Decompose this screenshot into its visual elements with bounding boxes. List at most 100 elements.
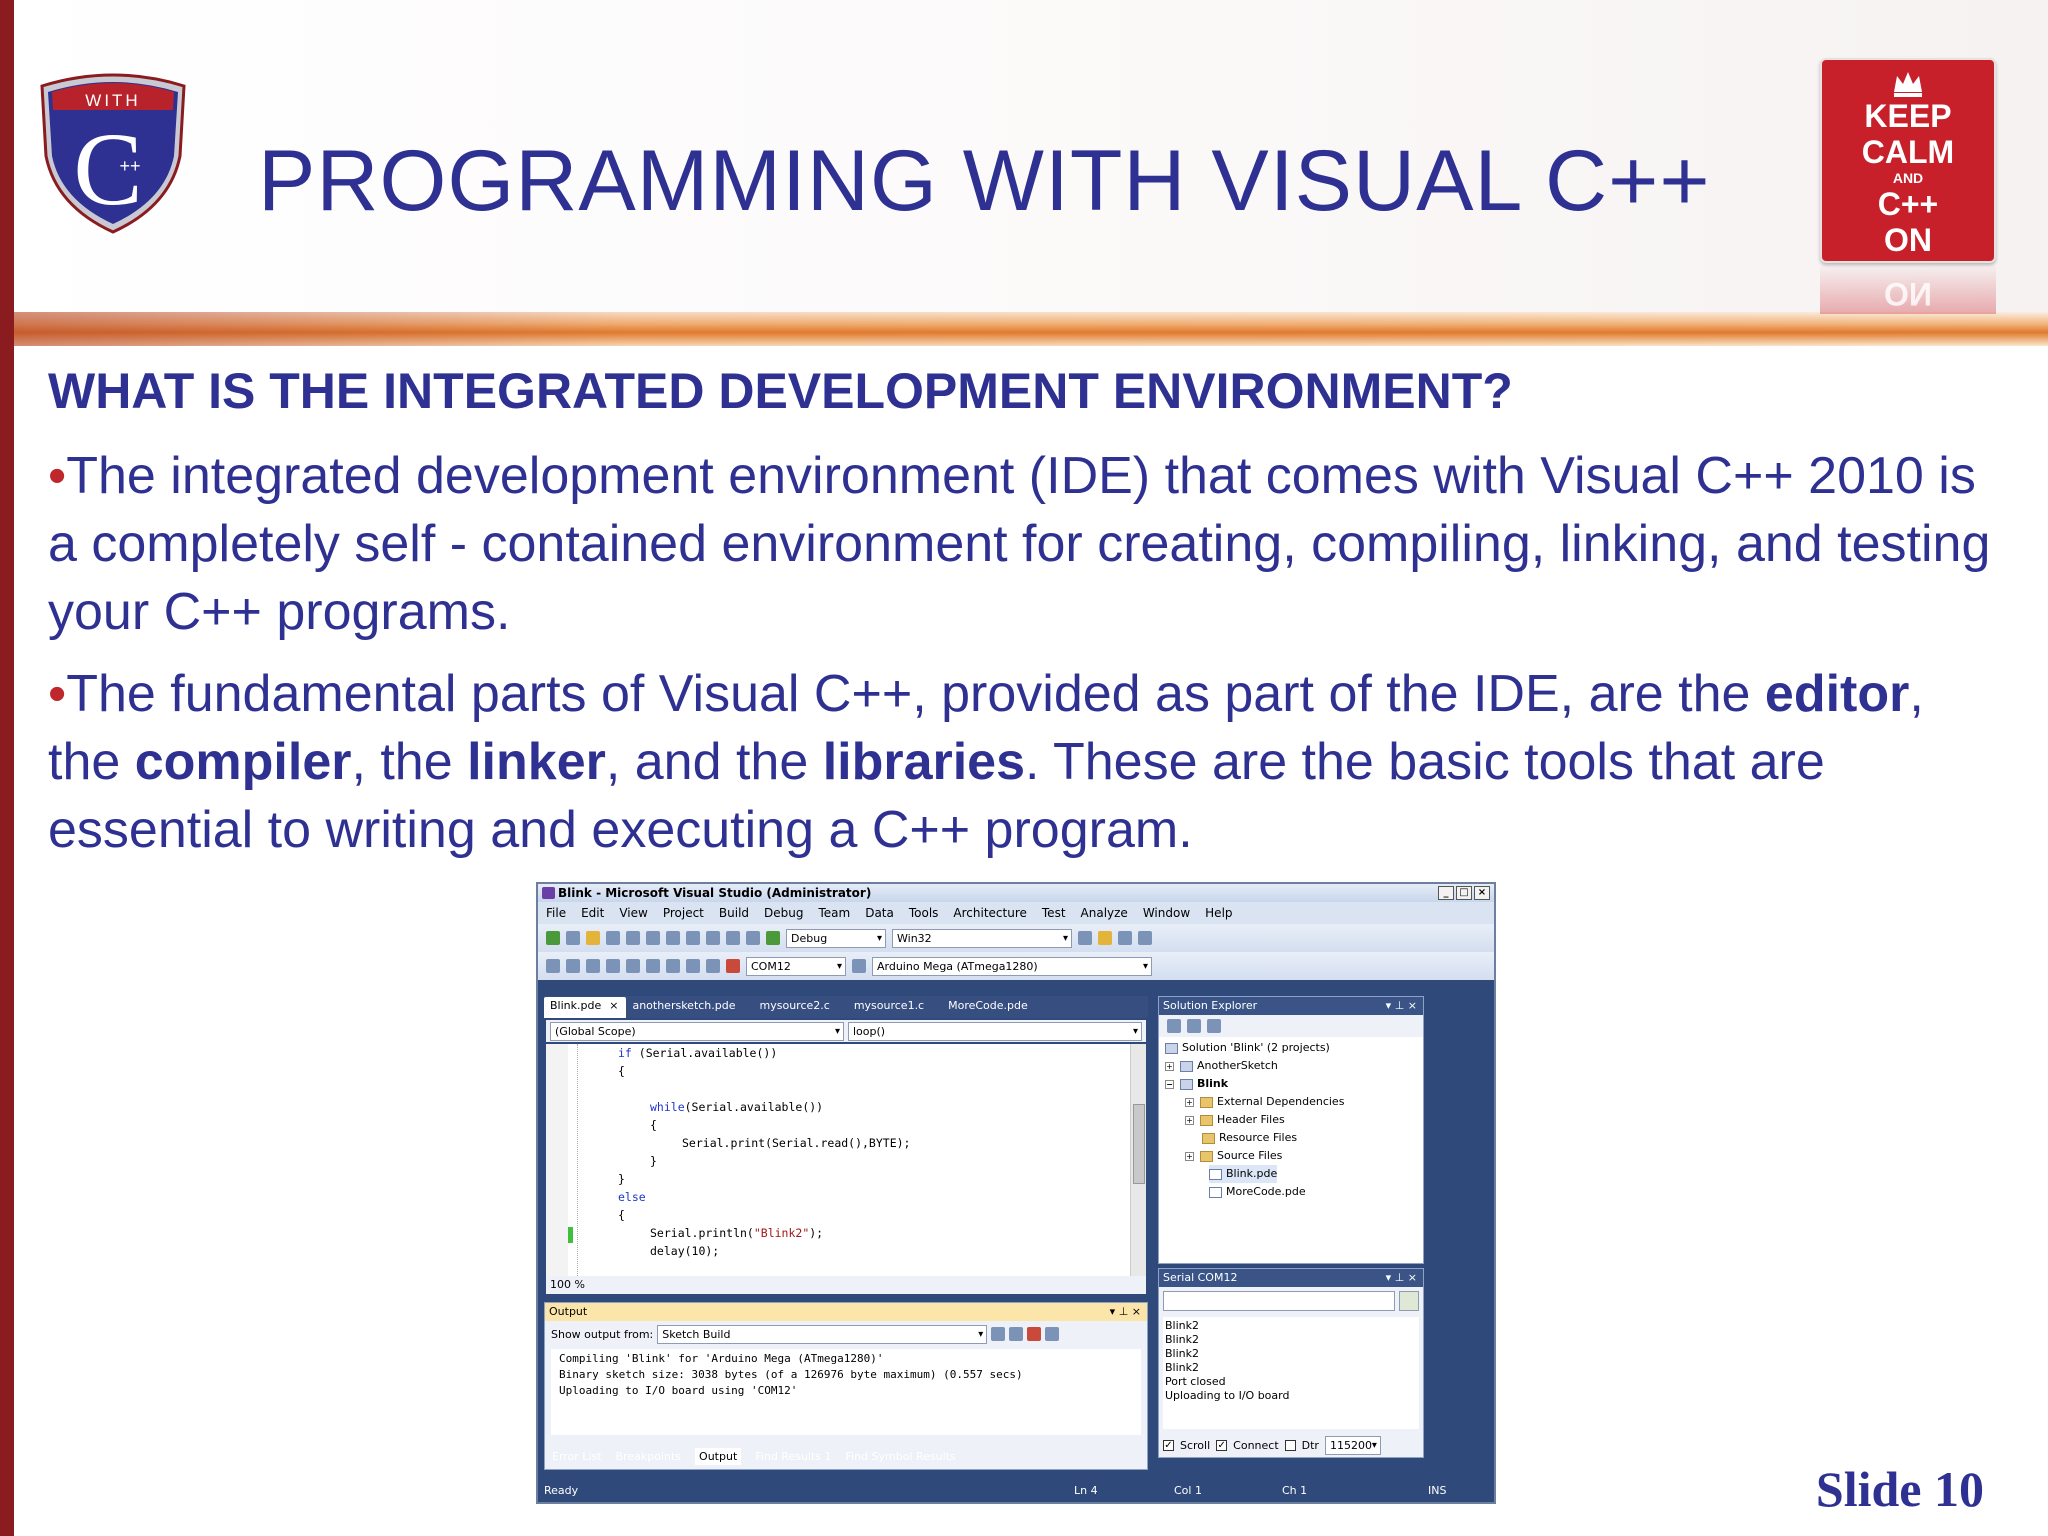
copy-icon[interactable]: [666, 931, 680, 945]
menu-tools[interactable]: Tools: [909, 906, 939, 920]
menu-view[interactable]: View: [619, 906, 647, 920]
close-button[interactable]: ×: [1474, 886, 1490, 900]
tab-find-results[interactable]: Find Results 1: [755, 1450, 831, 1463]
new-project-icon[interactable]: [566, 931, 580, 945]
menu-edit[interactable]: Edit: [581, 906, 604, 920]
panel-pin-close-icons[interactable]: ▾ ⊥ ×: [1386, 1269, 1417, 1287]
refresh-icon[interactable]: [1207, 1019, 1221, 1033]
board-icon[interactable]: [852, 959, 866, 973]
code-editor[interactable]: if (Serial.available()) { while(Serial.a…: [546, 1044, 1146, 1276]
menu-architecture[interactable]: Architecture: [953, 906, 1026, 920]
outdent-icon[interactable]: [566, 959, 580, 973]
tree-item-external-deps[interactable]: + External Dependencies: [1185, 1093, 1344, 1111]
solution-explorer-icon[interactable]: [1098, 931, 1112, 945]
arduino-icon[interactable]: [546, 931, 560, 945]
indent-icon[interactable]: [546, 959, 560, 973]
tree-item-source-files[interactable]: + Source Files: [1185, 1147, 1282, 1165]
start-debug-icon[interactable]: [766, 931, 780, 945]
bookmark-icon[interactable]: [626, 959, 640, 973]
menu-analyze[interactable]: Analyze: [1081, 906, 1128, 920]
tab-error-list[interactable]: Error List: [552, 1450, 602, 1463]
menu-test[interactable]: Test: [1042, 906, 1066, 920]
code-line: }: [618, 1172, 625, 1186]
save-icon[interactable]: [606, 931, 620, 945]
scope-select[interactable]: (Global Scope): [550, 1022, 844, 1041]
tab-mysource1-c[interactable]: mysource1.c: [848, 997, 942, 1018]
tab-anothersketch-pde[interactable]: anothersketch.pde: [626, 997, 753, 1018]
properties-icon[interactable]: [1167, 1019, 1181, 1033]
upload-icon[interactable]: [706, 959, 720, 973]
platform-select[interactable]: Win32: [892, 928, 1072, 948]
menu-team[interactable]: Team: [818, 906, 850, 920]
clear-bookmarks-icon[interactable]: [686, 959, 700, 973]
menu-help[interactable]: Help: [1205, 906, 1232, 920]
word-wrap-icon[interactable]: [1045, 1327, 1060, 1341]
expand-icon[interactable]: +: [1185, 1097, 1194, 1107]
serial-monitor-icon[interactable]: [726, 959, 740, 973]
open-file-icon[interactable]: [586, 931, 600, 945]
redo-icon[interactable]: [726, 931, 740, 945]
find-icon[interactable]: [1078, 931, 1092, 945]
paste-icon[interactable]: [686, 931, 700, 945]
serial-send-button[interactable]: [1399, 1291, 1419, 1311]
menu-build[interactable]: Build: [719, 906, 749, 920]
tab-find-symbol-results[interactable]: Find Symbol Results: [846, 1450, 956, 1463]
collapse-icon[interactable]: −: [1165, 1079, 1174, 1089]
menu-window[interactable]: Window: [1143, 906, 1190, 920]
tree-item-header-files[interactable]: + Header Files: [1185, 1111, 1285, 1129]
tab-output[interactable]: Output: [695, 1447, 742, 1465]
menu-data[interactable]: Data: [865, 906, 894, 920]
close-icon[interactable]: ×: [609, 999, 618, 1012]
editor-scrollbar[interactable]: [1130, 1044, 1146, 1276]
config-select[interactable]: Debug: [786, 928, 886, 948]
output-source-select[interactable]: Sketch Build: [657, 1324, 988, 1344]
board-select[interactable]: Arduino Mega (ATmega1280): [872, 956, 1152, 976]
tab-breakpoints[interactable]: Breakpoints: [616, 1450, 682, 1463]
tab-morecode-pde[interactable]: MoreCode.pde: [942, 997, 1046, 1018]
prev-bookmark-icon[interactable]: [666, 959, 680, 973]
expand-icon[interactable]: +: [1185, 1151, 1194, 1161]
uncomment-icon[interactable]: [606, 959, 620, 973]
cut-icon[interactable]: [646, 931, 660, 945]
maximize-button[interactable]: □: [1456, 886, 1472, 900]
connect-checkbox[interactable]: ✓: [1216, 1439, 1228, 1451]
tree-item-resource-files[interactable]: Resource Files: [1202, 1129, 1297, 1147]
panel-pin-close-icons[interactable]: ▾ ⊥ ×: [1386, 997, 1417, 1015]
minimize-button[interactable]: _: [1438, 886, 1454, 900]
tree-item-blink-pde[interactable]: Blink.pde: [1209, 1165, 1278, 1183]
menu-file[interactable]: File: [546, 906, 566, 920]
goto-next-icon[interactable]: [1009, 1327, 1024, 1341]
tree-item-anothersketch[interactable]: + AnotherSketch: [1165, 1057, 1278, 1075]
expand-icon[interactable]: +: [1185, 1115, 1194, 1125]
menu-debug[interactable]: Debug: [764, 906, 803, 920]
document-tabs: Blink.pde × anothersketch.pde mysource2.c…: [544, 996, 1148, 1018]
goto-prev-icon[interactable]: [991, 1327, 1006, 1341]
next-bookmark-icon[interactable]: [646, 959, 660, 973]
tab-mysource2-c[interactable]: mysource2.c: [754, 997, 848, 1018]
port-select[interactable]: COM12: [746, 956, 846, 976]
output-text[interactable]: Compiling 'Blink' for 'Arduino Mega (ATm…: [551, 1349, 1141, 1435]
dtr-checkbox[interactable]: [1284, 1439, 1296, 1451]
scrollbar-thumb[interactable]: [1133, 1104, 1145, 1184]
member-select[interactable]: loop(): [848, 1022, 1142, 1041]
menu-project[interactable]: Project: [663, 906, 704, 920]
expand-icon[interactable]: +: [1165, 1061, 1174, 1071]
tree-item-morecode-pde[interactable]: MoreCode.pde: [1209, 1183, 1306, 1201]
serial-send-input[interactable]: [1163, 1291, 1395, 1311]
save-all-icon[interactable]: [626, 931, 640, 945]
navigate-icon[interactable]: [746, 931, 760, 945]
panel-pin-close-icons[interactable]: ▾ ⊥ ×: [1110, 1303, 1141, 1321]
toolbox-icon[interactable]: [1138, 931, 1152, 945]
tab-blink-pde[interactable]: Blink.pde ×: [544, 997, 627, 1018]
undo-icon[interactable]: [706, 931, 720, 945]
properties-icon[interactable]: [1118, 931, 1132, 945]
zoom-level[interactable]: 100 %: [546, 1276, 1146, 1294]
tree-item-solution[interactable]: Solution 'Blink' (2 projects): [1165, 1039, 1330, 1057]
clear-all-icon[interactable]: [1027, 1327, 1042, 1341]
comment-icon[interactable]: [586, 959, 600, 973]
baud-select[interactable]: 115200: [1324, 1435, 1381, 1455]
scroll-checkbox[interactable]: ✓: [1163, 1439, 1174, 1451]
tree-item-blink[interactable]: − Blink: [1165, 1075, 1228, 1093]
serial-output[interactable]: Blink2 Blink2 Blink2 Blink2 Port closed Uploa…: [1163, 1317, 1419, 1429]
show-all-files-icon[interactable]: [1187, 1019, 1201, 1033]
